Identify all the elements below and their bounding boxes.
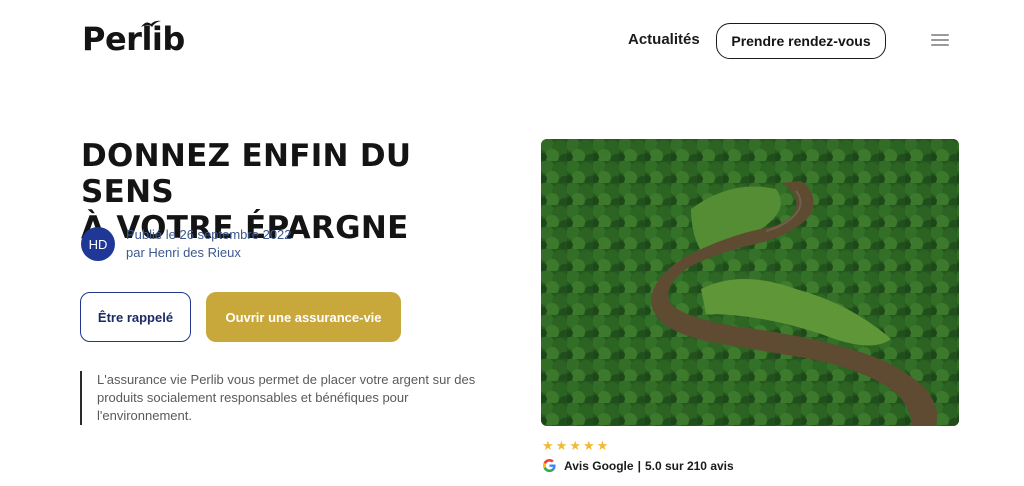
author-info: HD Publié le 26 septembre 2022 par Henri… (81, 226, 292, 262)
star-icon: ★ (582, 438, 595, 453)
avatar: HD (81, 227, 115, 261)
star-icon: ★ (569, 438, 581, 453)
book-appointment-button[interactable]: Prendre rendez-vous (716, 23, 886, 59)
menu-icon[interactable] (931, 34, 949, 46)
google-reviews[interactable]: Avis Google | 5.0 sur 210 avis (542, 458, 734, 473)
author-byline: par Henri des Rieux (126, 245, 241, 260)
intro-quote: L'assurance vie Perlib vous permet de pl… (80, 371, 500, 425)
author-meta: Publié le 26 septembre 2022 par Henri de… (126, 226, 292, 262)
logo-text: Perlib (82, 20, 185, 58)
star-icon: ★ (555, 438, 568, 453)
callback-button[interactable]: Être rappelé (80, 292, 191, 342)
logo[interactable]: Perlib (82, 18, 185, 60)
reviews-score: 5.0 sur 210 avis (644, 458, 734, 473)
reviews-separator: | (637, 458, 641, 473)
headline-line-1: DONNEZ ENFIN DU SENS (81, 138, 412, 210)
open-life-insurance-button[interactable]: Ouvrir une assurance-vie (206, 292, 401, 342)
reviews-source: Avis Google (564, 458, 634, 473)
google-icon (542, 458, 556, 473)
logo-bird-icon (141, 20, 161, 27)
hero-image (541, 139, 959, 426)
nav-link-actualites[interactable]: Actualités (628, 31, 700, 48)
publish-date: Publié le 26 septembre 2022 (126, 227, 292, 242)
rating-stars: ★ ★ ★ ★ ★ (542, 439, 608, 452)
star-icon: ★ (542, 438, 554, 453)
star-icon: ★ (596, 438, 609, 453)
